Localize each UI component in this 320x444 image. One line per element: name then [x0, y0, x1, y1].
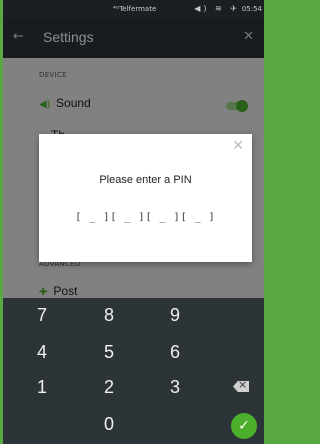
pin-display: [ _ ][ _ ][ _ ][ _ ] [75, 212, 216, 223]
key-3[interactable]: 3 [160, 377, 190, 398]
status-icons: ◀) ≋ ✈ [194, 4, 240, 13]
key-6[interactable]: 6 [160, 342, 190, 363]
carrier-label: ⁴ᴳTelfermate [113, 5, 157, 13]
pin-prompt: Please enter a PIN [99, 174, 192, 186]
key-4[interactable]: 4 [27, 342, 57, 363]
confirm-check-icon[interactable]: ✓ [231, 413, 257, 439]
backspace-icon[interactable] [233, 381, 249, 392]
key-0[interactable]: 0 [94, 414, 124, 435]
numeric-keypad: 7 8 9 4 5 6 1 2 3 0 ✓ [3, 298, 264, 444]
key-7[interactable]: 7 [27, 305, 57, 326]
status-bar: ⁴ᴳTelfermate ◀) ≋ ✈ 05:54 [3, 0, 264, 18]
key-9[interactable]: 9 [160, 305, 190, 326]
status-time: 05:54 [241, 5, 262, 13]
key-2[interactable]: 2 [94, 377, 124, 398]
pin-dialog: ✕ Please enter a PIN [ _ ][ _ ][ _ ][ _ … [39, 134, 252, 262]
phone-screen: ⁴ᴳTelfermate ◀) ≋ ✈ 05:54 ← Settings ✕ D… [3, 0, 264, 444]
key-1[interactable]: 1 [27, 377, 57, 398]
key-8[interactable]: 8 [94, 305, 124, 326]
dialog-close-icon[interactable]: ✕ [232, 138, 244, 154]
key-5[interactable]: 5 [94, 342, 124, 363]
